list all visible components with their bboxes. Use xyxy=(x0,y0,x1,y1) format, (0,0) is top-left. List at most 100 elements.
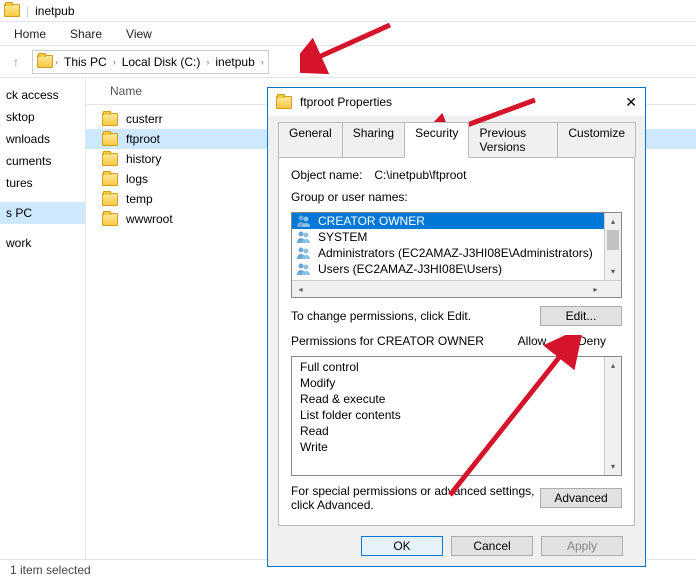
scrollbar-vertical[interactable]: ▴ ▾ xyxy=(604,357,621,475)
group-name: Administrators (EC2AMAZ-J3HI08E\Administ… xyxy=(318,246,593,260)
address-bar: ↑ › This PC › Local Disk (C:) › inetpub … xyxy=(0,46,696,78)
file-name: custerr xyxy=(126,112,163,126)
permission-row: List folder contents xyxy=(292,407,621,423)
file-name: logs xyxy=(126,172,148,186)
group-item[interactable]: SYSTEM xyxy=(292,229,621,245)
allow-cell xyxy=(493,424,553,438)
tab-sharing[interactable]: Sharing xyxy=(342,122,405,157)
apply-button[interactable]: Apply xyxy=(541,536,623,556)
permission-name: Write xyxy=(300,440,493,454)
crumb-this-pc[interactable]: This PC xyxy=(60,55,111,69)
group-item[interactable]: CREATOR OWNER xyxy=(292,213,621,229)
group-item[interactable]: Administrators (EC2AMAZ-J3HI08E\Administ… xyxy=(292,245,621,261)
window-title: inetpub xyxy=(35,4,74,18)
permission-row: Read xyxy=(292,423,621,439)
tab-customize[interactable]: Customize xyxy=(557,122,636,157)
window-titlebar: | inetpub xyxy=(0,0,696,22)
ok-button[interactable]: OK xyxy=(361,536,443,556)
tab-home[interactable]: Home xyxy=(14,27,46,41)
group-name: SYSTEM xyxy=(318,230,367,244)
separator: | xyxy=(26,4,29,18)
change-permissions-text: To change permissions, click Edit. xyxy=(291,309,540,323)
advanced-row: For special permissions or advanced sett… xyxy=(291,484,622,512)
allow-cell xyxy=(493,440,553,454)
breadcrumb[interactable]: › This PC › Local Disk (C:) › inetpub › xyxy=(32,50,269,74)
permission-name: Modify xyxy=(300,376,493,390)
dialog-titlebar[interactable]: ftproot Properties ✕ xyxy=(268,88,645,116)
group-names-label: Group or user names: xyxy=(291,190,622,204)
allow-cell xyxy=(493,392,553,406)
user-group-icon xyxy=(296,246,312,260)
folder-icon xyxy=(102,133,118,146)
tab-general[interactable]: General xyxy=(278,122,343,157)
nav-sidebar: ck access sktop wnloads cuments tures s … xyxy=(0,78,86,559)
group-item[interactable]: Users (EC2AMAZ-J3HI08E\Users) xyxy=(292,261,621,277)
object-name-label: Object name: xyxy=(291,168,362,182)
tab-security[interactable]: Security xyxy=(404,122,469,158)
permission-row: Full control xyxy=(292,359,621,375)
tab-share[interactable]: Share xyxy=(70,27,102,41)
crumb-folder[interactable]: inetpub xyxy=(211,55,258,69)
group-name: CREATOR OWNER xyxy=(318,214,425,228)
properties-dialog: ftproot Properties ✕ General Sharing Sec… xyxy=(267,87,646,567)
folder-icon xyxy=(102,193,118,206)
sidebar-item-this-pc[interactable]: s PC xyxy=(0,202,85,224)
folder-icon xyxy=(276,96,292,109)
scroll-down-icon[interactable]: ▾ xyxy=(605,458,621,475)
chevron-right-icon[interactable]: › xyxy=(206,57,209,67)
allow-column-header: Allow xyxy=(502,334,562,348)
group-name: Users (EC2AMAZ-J3HI08E\Users) xyxy=(318,262,502,276)
dialog-tabs: General Sharing Security Previous Versio… xyxy=(278,122,635,157)
file-name: ftproot xyxy=(126,132,160,146)
crumb-drive[interactable]: Local Disk (C:) xyxy=(118,55,205,69)
scroll-up-icon[interactable]: ▴ xyxy=(605,213,621,230)
user-group-icon xyxy=(296,214,312,228)
chevron-right-icon[interactable]: › xyxy=(113,57,116,67)
scrollbar-horizontal[interactable]: ◂ ▸ xyxy=(292,280,621,297)
scroll-up-icon[interactable]: ▴ xyxy=(605,357,621,374)
sidebar-item[interactable]: sktop xyxy=(0,106,85,128)
dialog-title: ftproot Properties xyxy=(300,95,392,109)
permission-row: Modify xyxy=(292,375,621,391)
cancel-button[interactable]: Cancel xyxy=(451,536,533,556)
chevron-right-icon[interactable]: › xyxy=(261,57,264,67)
folder-icon xyxy=(4,4,20,17)
permission-row: Read & execute xyxy=(292,391,621,407)
tab-view[interactable]: View xyxy=(126,27,152,41)
permissions-list[interactable]: Full control ModifyRead & executeList fol… xyxy=(291,356,622,476)
permission-name: Full control xyxy=(300,360,493,374)
permission-row: Write xyxy=(292,439,621,455)
tab-panel-security: Object name: C:\inetpub\ftproot Group or… xyxy=(278,157,635,526)
permission-name: Read xyxy=(300,424,493,438)
folder-icon xyxy=(102,173,118,186)
allow-cell xyxy=(493,376,553,390)
group-user-list[interactable]: CREATOR OWNER SYSTEM Administrators (EC2AM… xyxy=(291,212,622,298)
scroll-right-icon[interactable]: ▸ xyxy=(587,281,604,297)
scrollbar-vertical[interactable]: ▴ ▾ xyxy=(604,213,621,280)
scroll-down-icon[interactable]: ▾ xyxy=(605,263,621,280)
file-name: temp xyxy=(126,192,153,206)
tab-previous-versions[interactable]: Previous Versions xyxy=(468,122,558,157)
user-group-icon xyxy=(296,230,312,244)
sidebar-item[interactable]: ck access xyxy=(0,84,85,106)
advanced-text: For special permissions or advanced sett… xyxy=(291,484,540,512)
advanced-button[interactable]: Advanced xyxy=(540,488,622,508)
scroll-left-icon[interactable]: ◂ xyxy=(292,281,309,297)
sidebar-item xyxy=(0,194,85,202)
sidebar-item[interactable]: wnloads xyxy=(0,128,85,150)
edit-button[interactable]: Edit... xyxy=(540,306,622,326)
ribbon-tabs: Home Share View xyxy=(0,22,696,46)
object-name-value: C:\inetpub\ftproot xyxy=(374,168,466,182)
sidebar-item[interactable]: work xyxy=(0,232,85,254)
nav-up-icon[interactable]: ↑ xyxy=(6,52,26,72)
allow-cell xyxy=(493,360,553,374)
scrollbar-thumb[interactable] xyxy=(607,230,619,250)
chevron-right-icon[interactable]: › xyxy=(55,57,58,67)
sidebar-item[interactable]: tures xyxy=(0,172,85,194)
permissions-header: Permissions for CREATOR OWNER Allow Deny xyxy=(291,334,622,348)
sidebar-item[interactable]: cuments xyxy=(0,150,85,172)
user-group-icon xyxy=(296,262,312,276)
edit-row: To change permissions, click Edit. Edit.… xyxy=(291,306,622,326)
close-icon[interactable]: ✕ xyxy=(625,94,637,111)
folder-icon xyxy=(102,153,118,166)
